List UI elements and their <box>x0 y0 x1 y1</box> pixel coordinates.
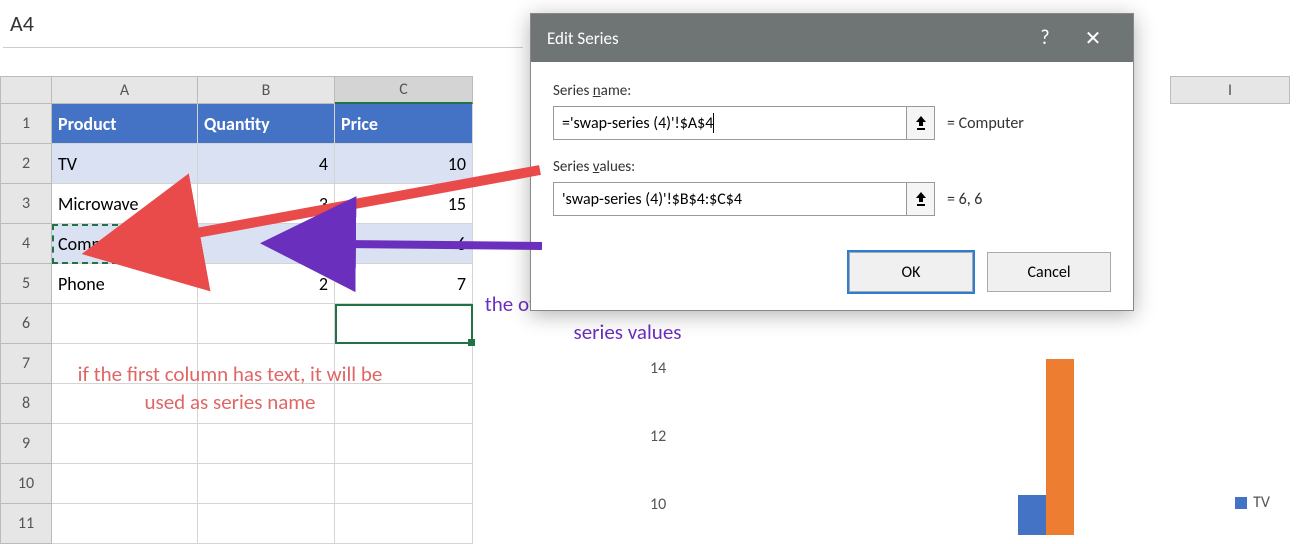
series-name-label: Series name: <box>553 82 1111 100</box>
row-header-2[interactable]: 2 <box>0 144 52 184</box>
cell-C4[interactable]: 6 <box>335 224 473 264</box>
cell-C9[interactable] <box>335 424 473 464</box>
help-button[interactable]: ? <box>1021 14 1069 62</box>
range-selector-icon[interactable] <box>907 182 935 216</box>
row-header-9[interactable]: 9 <box>0 424 52 464</box>
spreadsheet-grid: A B C 1 Product Quantity Price 2 TV 4 10… <box>0 76 473 544</box>
cell-B5[interactable]: 2 <box>198 264 335 304</box>
cell-C1[interactable]: Price <box>335 104 473 144</box>
cell-A9[interactable] <box>52 424 198 464</box>
row-header-6[interactable]: 6 <box>0 304 52 344</box>
dialog-title-text: Edit Series <box>547 28 619 49</box>
row-header-4[interactable]: 4 <box>0 224 52 264</box>
cell-C6-active[interactable] <box>335 304 473 344</box>
cell-A11[interactable] <box>52 504 198 544</box>
chart-legend-item: TV <box>1235 493 1270 512</box>
cell-B9[interactable] <box>198 424 335 464</box>
ytick-10: 10 <box>650 495 666 514</box>
col-header-C[interactable]: C <box>335 76 473 104</box>
series-name-result: = Computer <box>947 114 1024 133</box>
cell-A1[interactable]: Product <box>52 104 198 144</box>
cell-C10[interactable] <box>335 464 473 504</box>
ytick-14: 14 <box>650 359 666 378</box>
annotation-red: if the first column has text, it will be… <box>70 360 390 417</box>
edit-series-dialog: Edit Series ? ✕ Series name: ='swap-seri… <box>530 13 1134 311</box>
row-header-5[interactable]: 5 <box>0 264 52 304</box>
name-box-value: A4 <box>10 10 34 37</box>
cell-A10[interactable] <box>52 464 198 504</box>
chart-fragment: 14 12 10 TV <box>648 355 1288 535</box>
row-header-10[interactable]: 10 <box>0 464 52 504</box>
legend-label: TV <box>1253 493 1270 512</box>
series-values-label: Series values: <box>553 158 1111 176</box>
legend-swatch-icon <box>1235 497 1247 509</box>
ok-button[interactable]: OK <box>849 252 973 292</box>
cell-B6[interactable] <box>198 304 335 344</box>
cell-C5[interactable]: 7 <box>335 264 473 304</box>
cell-C11[interactable] <box>335 504 473 544</box>
col-header-I[interactable]: I <box>1170 76 1290 104</box>
cell-A3[interactable]: Microwave <box>52 184 198 224</box>
col-header-A[interactable]: A <box>52 76 198 104</box>
cell-B1[interactable]: Quantity <box>198 104 335 144</box>
range-selector-icon[interactable] <box>907 106 935 140</box>
cell-A6[interactable] <box>52 304 198 344</box>
name-box[interactable]: A4 <box>3 0 523 48</box>
cell-A2[interactable]: TV <box>52 144 198 184</box>
row-header-1[interactable]: 1 <box>0 104 52 144</box>
cell-A5[interactable]: Phone <box>52 264 198 304</box>
dialog-titlebar[interactable]: Edit Series ? ✕ <box>531 14 1133 62</box>
row-header-8[interactable]: 8 <box>0 384 52 424</box>
cell-C3[interactable]: 15 <box>335 184 473 224</box>
cancel-button[interactable]: Cancel <box>987 252 1111 292</box>
series-name-input[interactable]: ='swap-series (4)'!$A$4 <box>553 106 907 140</box>
series-values-result: = 6, 6 <box>947 190 982 209</box>
row-header-11[interactable]: 11 <box>0 504 52 544</box>
cell-B11[interactable] <box>198 504 335 544</box>
row-header-7[interactable]: 7 <box>0 344 52 384</box>
close-button[interactable]: ✕ <box>1069 14 1117 62</box>
cell-B10[interactable] <box>198 464 335 504</box>
cell-C2[interactable]: 10 <box>335 144 473 184</box>
ytick-12: 12 <box>650 427 666 446</box>
cell-B4[interactable]: 6 <box>198 224 335 264</box>
chart-bar-orange <box>1046 359 1074 535</box>
cell-B2[interactable]: 4 <box>198 144 335 184</box>
select-all-corner[interactable] <box>0 76 52 104</box>
cell-B3[interactable]: 3 <box>198 184 335 224</box>
cell-A4[interactable]: Computer <box>52 224 198 264</box>
chart-bar-blue <box>1018 495 1046 535</box>
row-header-3[interactable]: 3 <box>0 184 52 224</box>
series-values-input[interactable]: 'swap-series (4)'!$B$4:$C$4 <box>553 182 907 216</box>
col-header-B[interactable]: B <box>198 76 335 104</box>
